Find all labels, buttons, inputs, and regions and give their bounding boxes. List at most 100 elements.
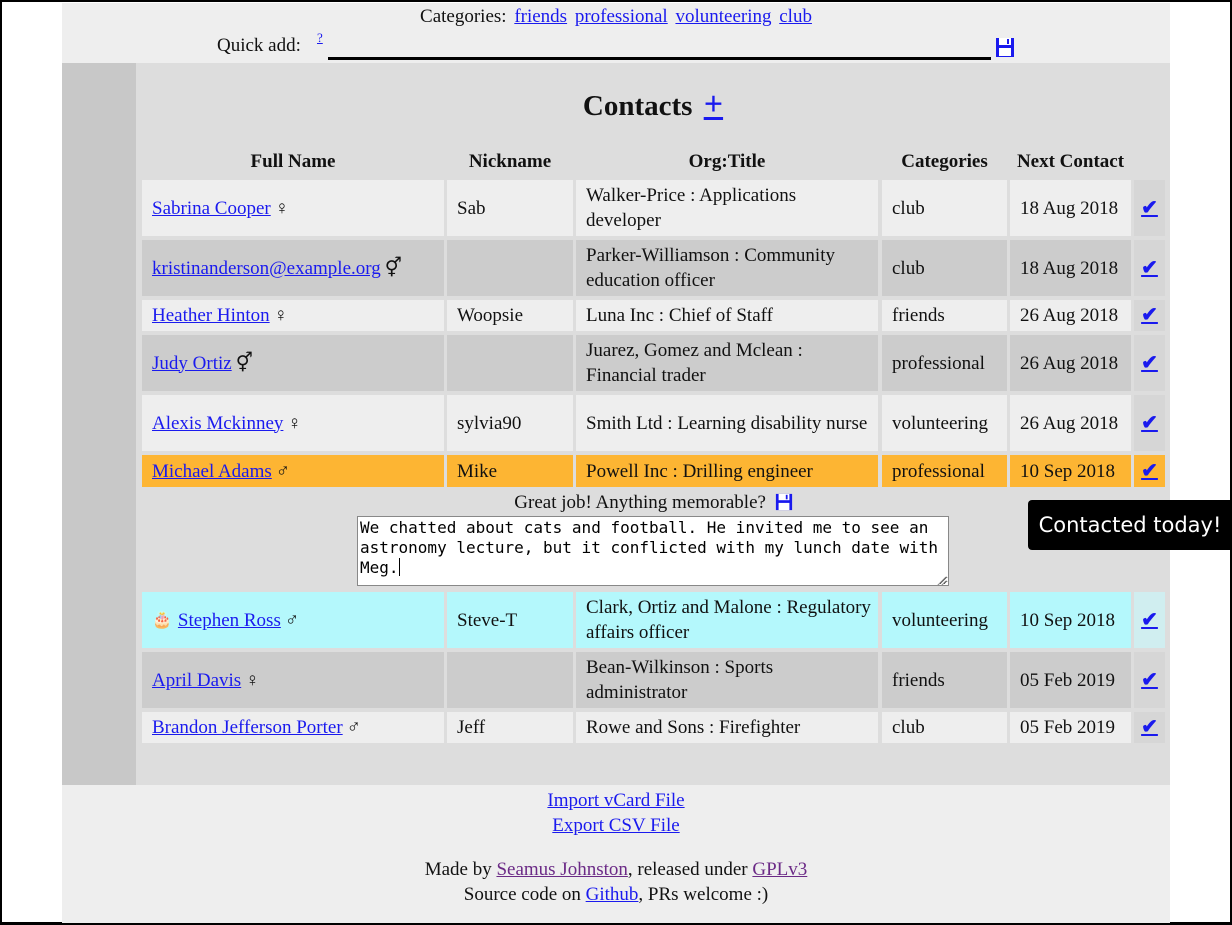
contact-name-link[interactable]: Sabrina Cooper — [152, 196, 271, 221]
checkmark-icon[interactable]: ✔ — [1141, 715, 1158, 740]
mark-contacted-cell: ✔ — [1134, 240, 1165, 296]
next-contact-cell: 26 Aug 2018 — [1010, 335, 1131, 391]
org-title-cell: Parker-Williamson : Community education … — [576, 240, 878, 296]
female-icon: ♀ — [245, 669, 260, 691]
source-line: Source code on Github, PRs welcome :) — [62, 882, 1170, 907]
license-link[interactable]: GPLv3 — [752, 859, 807, 880]
categories-label: Categories: — [420, 6, 507, 27]
category-cell: club — [882, 180, 1007, 236]
checkmark-icon[interactable]: ✔ — [1141, 459, 1158, 484]
org-title-cell: Powell Inc : Drilling engineer — [576, 455, 878, 487]
made-by-text: Made by — [424, 859, 492, 880]
full-name-cell: Brandon Jefferson Porter ♂ — [142, 712, 444, 743]
nickname-cell — [447, 240, 573, 296]
next-contact-cell: 18 Aug 2018 — [1010, 240, 1131, 296]
github-link[interactable]: Github — [586, 884, 639, 905]
contact-name-link[interactable]: Stephen Ross — [178, 608, 281, 633]
checkmark-icon[interactable]: ✔ — [1141, 668, 1158, 693]
nickname-cell: Woopsie — [447, 300, 573, 331]
contact-name-link[interactable]: April Davis — [152, 668, 241, 693]
column-header-org-title: Org:Title — [688, 151, 766, 172]
nickname-cell: Mike — [447, 455, 573, 487]
category-cell: volunteering — [882, 395, 1007, 451]
category-link-volunteering[interactable]: volunteering — [675, 6, 771, 27]
floppy-disk-icon[interactable] — [995, 37, 1015, 57]
next-contact-cell: 26 Aug 2018 — [1010, 395, 1131, 451]
org-title-cell: Clark, Ortiz and Malone : Regulatory aff… — [576, 592, 878, 648]
category-link-friends[interactable]: friends — [514, 6, 567, 27]
next-contact-cell: 26 Aug 2018 — [1010, 300, 1131, 331]
import-vcard-link[interactable]: Import vCard File — [547, 790, 684, 811]
export-csv-link[interactable]: Export CSV File — [552, 815, 679, 836]
full-name-cell: 🎂 Stephen Ross ♂ — [142, 592, 444, 648]
checkmark-icon[interactable]: ✔ — [1141, 411, 1158, 436]
full-name-cell: Alexis Mckinney ♀ — [142, 395, 444, 451]
contacts-panel: Contacts + Full Name Nickname Org:Title … — [62, 63, 1170, 785]
column-header-categories: Categories — [901, 151, 988, 172]
author-link[interactable]: Seamus Johnston — [496, 859, 627, 880]
quick-add-label: Quick add: — [217, 35, 301, 56]
org-title-cell: Walker-Price : Applications developer — [576, 180, 878, 236]
contact-name-link[interactable]: Heather Hinton — [152, 303, 270, 328]
checkmark-icon[interactable]: ✔ — [1141, 608, 1158, 633]
add-contact-button[interactable]: + — [704, 86, 723, 123]
resize-grip-icon[interactable] — [935, 572, 947, 585]
quick-add-input[interactable] — [328, 33, 991, 60]
memo-prompt: Great job! Anything memorable? — [142, 491, 1165, 515]
quick-add-help-link[interactable]: ? — [317, 30, 323, 46]
male-icon: ♂ — [346, 717, 361, 738]
nickname-cell — [447, 652, 573, 708]
table-row-birthday: 🎂 Stephen Ross ♂ Steve-T Clark, Ortiz and … — [142, 592, 1165, 648]
page-title-text: Contacts — [582, 90, 693, 122]
birthday-cake-icon: 🎂 — [152, 611, 172, 629]
next-contact-cell: 05 Feb 2019 — [1010, 652, 1131, 708]
next-contact-cell: 18 Aug 2018 — [1010, 180, 1131, 236]
memo-textarea[interactable]: We chatted about cats and football. He i… — [357, 516, 949, 586]
female-icon: ♀ — [287, 412, 302, 434]
mark-contacted-cell: ✔ — [1134, 592, 1165, 648]
table-row: Judy Ortiz ⚥ Juarez, Gomez and Mclean : F… — [142, 335, 1165, 391]
memo-prompt-text: Great job! Anything memorable? — [514, 492, 766, 513]
floppy-disk-icon[interactable] — [775, 493, 793, 511]
checkmark-icon[interactable]: ✔ — [1141, 256, 1158, 281]
table-row: Sabrina Cooper ♀ Sab Walker-Price : Appli… — [142, 180, 1165, 236]
contact-name-link[interactable]: Judy Ortiz — [152, 351, 232, 376]
full-name-cell: Michael Adams ♂ — [142, 455, 444, 487]
nickname-cell: Sab — [447, 180, 573, 236]
toast-message: Contacted today! — [1038, 513, 1222, 537]
male-icon: ♂ — [284, 609, 300, 631]
memo-text: We chatted about cats and football. He i… — [360, 518, 938, 577]
next-contact-cell: 10 Sep 2018 — [1010, 455, 1131, 487]
category-link-professional[interactable]: professional — [575, 6, 668, 27]
table-row: kristinanderson@example.org ⚥ Parker-Will… — [142, 240, 1165, 296]
contact-name-link[interactable]: Michael Adams — [152, 459, 272, 484]
category-cell: friends — [882, 300, 1007, 331]
table-row: Alexis Mckinney ♀ sylvia90 Smith Ltd : Le… — [142, 395, 1165, 451]
table-row: April Davis ♀ Bean-Wilkinson : Sports adm… — [142, 652, 1165, 708]
checkmark-icon[interactable]: ✔ — [1141, 303, 1158, 328]
category-link-club[interactable]: club — [779, 6, 812, 27]
table-row: Brandon Jefferson Porter ♂ Jeff Rowe and … — [142, 712, 1165, 743]
full-name-cell: Sabrina Cooper ♀ — [142, 180, 444, 236]
contact-name-link[interactable]: kristinanderson@example.org — [152, 256, 381, 281]
contact-name-link[interactable]: Brandon Jefferson Porter — [152, 715, 343, 740]
column-header-full-name: Full Name — [250, 151, 336, 172]
page-title: Contacts + — [136, 87, 1170, 124]
mark-contacted-cell: ✔ — [1134, 395, 1165, 451]
checkmark-icon[interactable]: ✔ — [1141, 196, 1158, 221]
category-cell: club — [882, 712, 1007, 743]
contact-name-link[interactable]: Alexis Mckinney — [152, 411, 283, 436]
full-name-cell: kristinanderson@example.org ⚥ — [142, 240, 444, 296]
categories-bar: Categories: friends professional volunte… — [62, 6, 1170, 28]
org-title-cell: Juarez, Gomez and Mclean : Financial tra… — [576, 335, 878, 391]
checkmark-icon[interactable]: ✔ — [1141, 351, 1158, 376]
released-under-text: , released under — [627, 859, 748, 880]
page: Categories: friends professional volunte… — [62, 3, 1170, 923]
mark-contacted-cell: ✔ — [1134, 652, 1165, 708]
org-title-cell: Bean-Wilkinson : Sports administrator — [576, 652, 878, 708]
full-name-cell: Judy Ortiz ⚥ — [142, 335, 444, 391]
footer-spacer — [62, 838, 1170, 857]
nickname-cell: sylvia90 — [447, 395, 573, 451]
category-cell: club — [882, 240, 1007, 296]
nickname-cell — [447, 335, 573, 391]
